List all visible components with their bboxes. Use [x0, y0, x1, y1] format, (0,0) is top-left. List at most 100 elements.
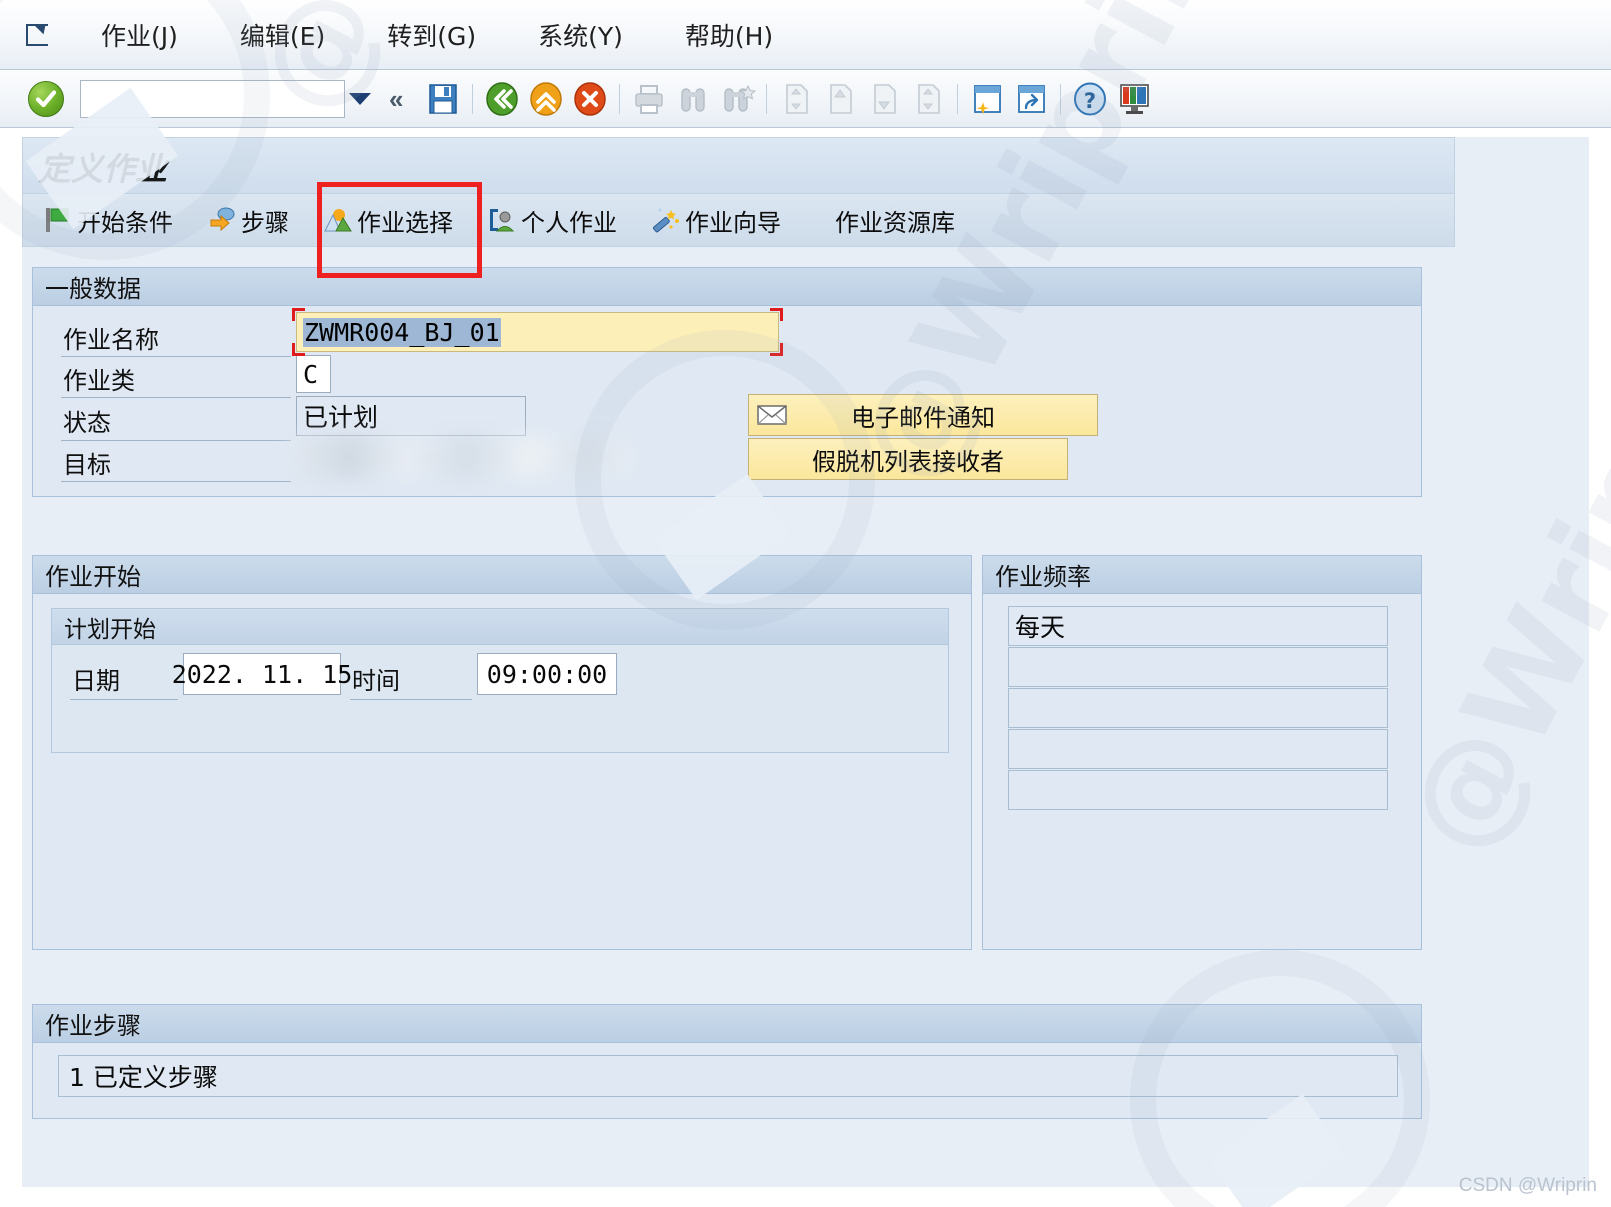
- green-check-enter-icon[interactable]: [28, 80, 64, 117]
- status-value: 已计划: [303, 403, 379, 432]
- label-target: 目标: [63, 451, 111, 479]
- print-icon: [627, 78, 671, 120]
- help-icon[interactable]: ?: [1068, 78, 1112, 120]
- screen-title-band: 定义作业: [22, 137, 1455, 193]
- watermark-credit: CSDN @Wriprin: [1458, 1175, 1597, 1196]
- job-step-row[interactable]: 1 已定义步骤: [58, 1055, 1398, 1097]
- mountain-sunrise-icon: [323, 206, 353, 234]
- email-notification-label: 电子邮件通知: [851, 403, 995, 432]
- subgroup-header-scheduled-start: 计划开始: [52, 609, 948, 645]
- label-status: 状态: [63, 409, 111, 437]
- label-separator: [61, 440, 291, 441]
- job-name-value: ZWMR004_BJ_01: [303, 317, 501, 347]
- menu-bar: 作业(J) 编辑(E) 转到(G) 系统(Y) 帮助(H): [0, 0, 1611, 70]
- find-next-icon: [715, 78, 759, 120]
- label-separator: [61, 481, 291, 482]
- toolbar-separator: [619, 83, 621, 114]
- sap-gui-window: @Wriprin @Wriprin @Wriprin 作业(J) 编辑(E) 转…: [0, 0, 1611, 1207]
- label-separator: [61, 397, 291, 398]
- command-input[interactable]: [87, 80, 338, 117]
- appbar-button-label: 作业向导: [685, 208, 781, 237]
- appbar-button-own-jobs[interactable]: 个人作业: [473, 198, 631, 242]
- next-page-icon: [862, 78, 906, 120]
- envelope-icon: [757, 404, 787, 426]
- label-separator: [70, 699, 178, 700]
- create-shortcut-icon[interactable]: [1009, 78, 1053, 120]
- label-time: 时间: [352, 667, 400, 695]
- toolbar-separator: [1060, 83, 1062, 114]
- job-frequency-field-3[interactable]: [1008, 688, 1388, 728]
- page-title: 定义作业: [39, 150, 168, 188]
- job-frequency-field-5[interactable]: [1008, 770, 1388, 810]
- first-page-icon: [774, 78, 818, 120]
- customize-layout-icon[interactable]: [1112, 78, 1156, 120]
- menu-item-help[interactable]: 帮助(H): [665, 15, 793, 55]
- appbar-button-start-condition[interactable]: 开始条件: [29, 198, 187, 242]
- toolbar-separator: [957, 83, 959, 114]
- svg-text:?: ?: [1084, 89, 1096, 113]
- group-header-job-start: 作业开始: [33, 556, 971, 594]
- subgroup-scheduled-start: 计划开始 日期 2022. 11. 15 时间 09:00:00: [51, 608, 949, 753]
- group-header-general-data: 一般数据: [33, 268, 1421, 306]
- start-date-value: 2022. 11. 15: [171, 659, 353, 689]
- appbar-button-job-repository[interactable]: 作业资源库: [821, 198, 969, 242]
- group-job-frequency: 作业频率 每天: [982, 555, 1422, 950]
- menu-item-edit[interactable]: 编辑(E): [220, 15, 345, 55]
- group-general-data: 一般数据 作业名称 ZWMR004_BJ_01 作业类 C 状态 已计划 目标 …: [32, 267, 1422, 497]
- target-field-redacted: [291, 436, 631, 478]
- magic-wand-icon: [651, 206, 681, 234]
- job-frequency-field-1[interactable]: 每天: [1008, 606, 1388, 646]
- appbar-button-label: 作业资源库: [835, 208, 955, 237]
- appbar-button-label: 开始条件: [77, 208, 173, 237]
- menu-item-job[interactable]: 作业(J): [81, 15, 198, 55]
- main-toolbar: « ?: [0, 70, 1611, 128]
- spool-list-recipient-button[interactable]: 假脱机列表接收者: [748, 438, 1068, 480]
- group-header-job-steps: 作业步骤: [33, 1005, 1421, 1043]
- group-header-job-frequency: 作业频率: [983, 556, 1421, 594]
- job-frequency-field-2[interactable]: [1008, 647, 1388, 687]
- save-icon[interactable]: [421, 78, 465, 120]
- job-frequency-value: 每天: [1015, 613, 1066, 642]
- label-date: 日期: [72, 667, 120, 695]
- label-separator: [350, 699, 472, 700]
- start-time-input[interactable]: 09:00:00: [477, 653, 617, 695]
- cancel-icon[interactable]: [568, 78, 612, 120]
- orange-arrow-step-icon: [207, 206, 237, 234]
- job-step-label: 1 已定义步骤: [69, 1063, 218, 1092]
- chevron-down-icon[interactable]: [349, 92, 371, 105]
- appbar-button-label: 个人作业: [521, 208, 617, 237]
- toolbar-separator: [472, 83, 474, 114]
- group-job-steps: 作业步骤 1 已定义步骤: [32, 1004, 1422, 1119]
- command-field[interactable]: [80, 79, 345, 118]
- appbar-button-label: 作业选择: [357, 208, 453, 237]
- job-name-input[interactable]: ZWMR004_BJ_01: [296, 312, 779, 352]
- appbar-button-label: 步骤: [241, 208, 289, 237]
- job-frequency-field-4[interactable]: [1008, 729, 1388, 769]
- last-page-icon: [906, 78, 950, 120]
- start-time-value: 09:00:00: [486, 659, 608, 689]
- previous-page-icon: [818, 78, 862, 120]
- appbar-button-job-selection[interactable]: 作业选择: [309, 198, 467, 242]
- spool-list-recipient-label: 假脱机列表接收者: [812, 447, 1004, 476]
- start-date-input[interactable]: 2022. 11. 15: [172, 653, 352, 695]
- application-toolbar: 开始条件 步骤 作业选择 个人作业 作业向导 作业资源库: [22, 193, 1455, 247]
- double-chevron-left-icon[interactable]: «: [389, 86, 403, 112]
- menu-item-system[interactable]: 系统(Y): [518, 15, 643, 55]
- group-job-start: 作业开始 计划开始 日期 2022. 11. 15 时间 09:00:00: [32, 555, 972, 950]
- status-field: 已计划: [296, 396, 526, 436]
- label-job-class: 作业类: [63, 367, 135, 395]
- job-class-value: C: [303, 359, 319, 389]
- find-icon: [671, 78, 715, 120]
- exit-up-icon[interactable]: [524, 78, 568, 120]
- green-flag-icon: [43, 206, 73, 234]
- page-body: 定义作业 开始条件 步骤 作业选择 个人作业 作业向导 作业资源库 一般数据 作…: [22, 137, 1589, 1187]
- job-class-input[interactable]: C: [296, 355, 331, 393]
- new-session-icon[interactable]: [965, 78, 1009, 120]
- person-job-icon: [487, 206, 517, 234]
- back-icon[interactable]: [480, 78, 524, 120]
- appbar-button-steps[interactable]: 步骤: [193, 198, 303, 242]
- email-notification-button[interactable]: 电子邮件通知: [748, 394, 1098, 436]
- appbar-button-job-wizard[interactable]: 作业向导: [637, 198, 795, 242]
- menu-item-goto[interactable]: 转到(G): [367, 15, 496, 55]
- sap-system-menu-icon[interactable]: [22, 19, 56, 50]
